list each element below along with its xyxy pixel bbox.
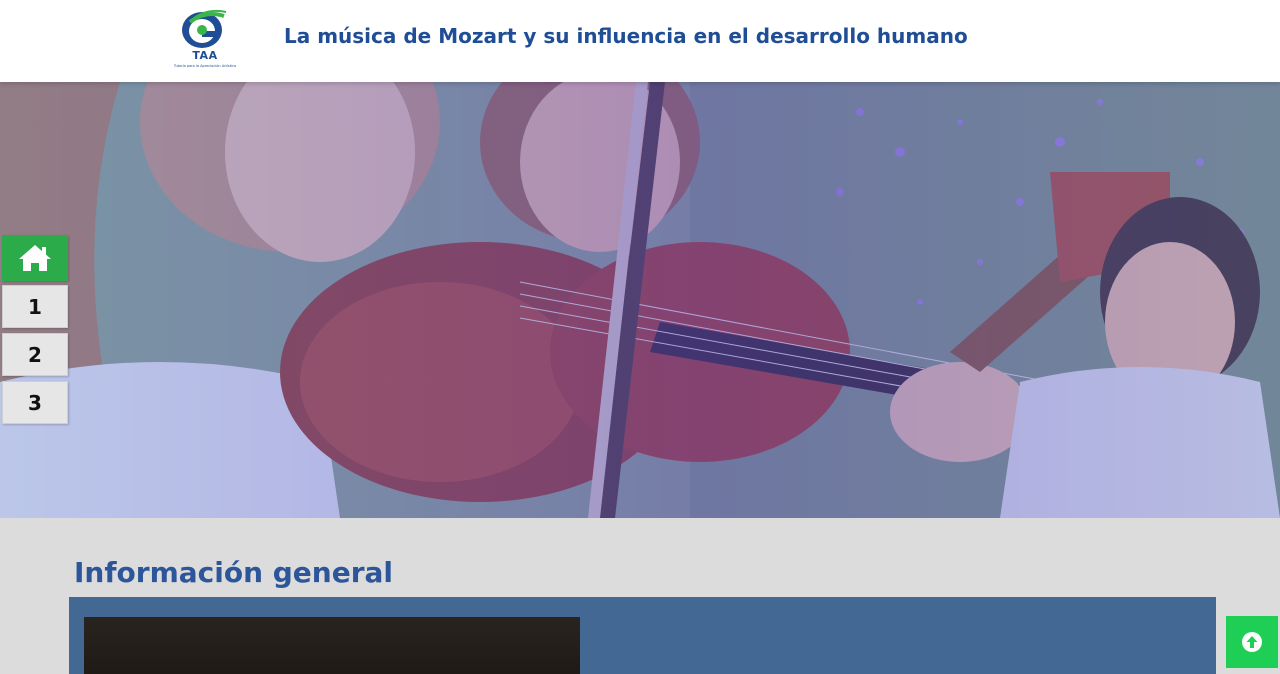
home-icon bbox=[19, 245, 51, 271]
arrow-up-circle-icon bbox=[1242, 632, 1262, 652]
hero-banner bbox=[0, 82, 1280, 518]
nav-item-2[interactable]: 2 bbox=[2, 333, 68, 376]
nav-item-1[interactable]: 1 bbox=[2, 285, 68, 328]
logo-subtitle: Tutoría para la Apreciación Artística bbox=[173, 64, 237, 68]
page-title: La música de Mozart y su influencia en e… bbox=[284, 24, 968, 48]
video-thumbnail[interactable] bbox=[84, 617, 580, 674]
info-panel bbox=[69, 597, 1216, 674]
logo-text: TAA bbox=[192, 49, 218, 62]
back-to-top-button[interactable] bbox=[1226, 616, 1278, 668]
site-header: TAA Tutoría para la Apreciación Artístic… bbox=[0, 0, 1280, 82]
taa-logo[interactable]: TAA Tutoría para la Apreciación Artístic… bbox=[172, 6, 238, 74]
home-button[interactable] bbox=[2, 235, 68, 281]
section-title: Información general bbox=[74, 556, 394, 589]
nav-item-3[interactable]: 3 bbox=[2, 381, 68, 424]
hero-overlay bbox=[0, 82, 1280, 518]
taa-logo-icon bbox=[182, 9, 227, 48]
